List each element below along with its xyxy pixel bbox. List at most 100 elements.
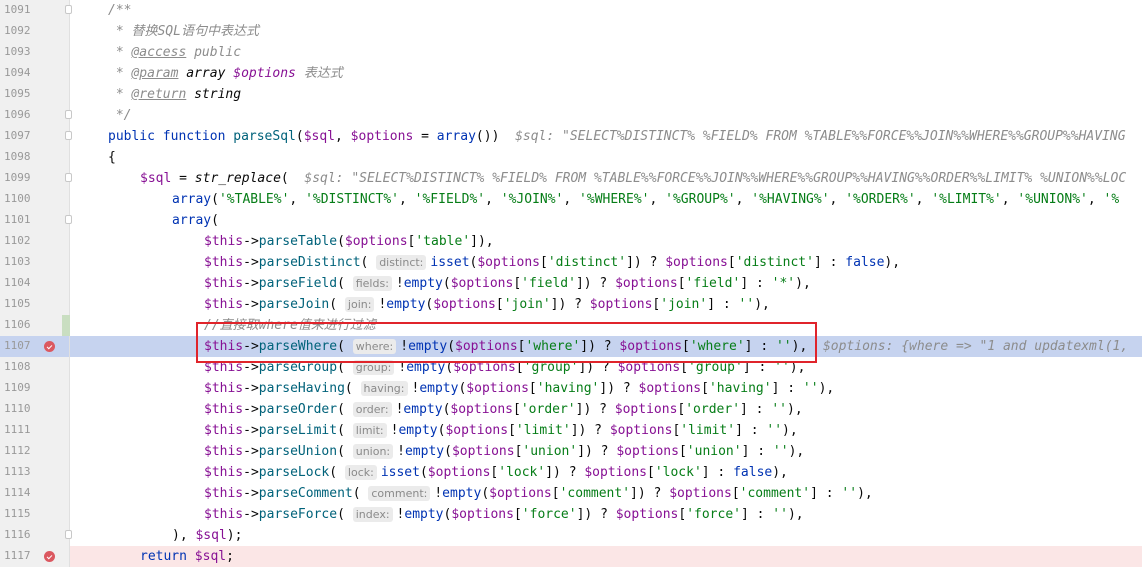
- literal: false: [733, 465, 773, 480]
- function-name: parseSql: [233, 129, 296, 144]
- gutter[interactable]: 1100: [0, 189, 70, 210]
- operator: !: [395, 276, 404, 291]
- inline-debug-value: $sql: "SELECT%DISTINCT% %FIELD% FROM %TA…: [304, 171, 1127, 186]
- code-line-1115[interactable]: 1115 $this->parseForce( index: !empty($op…: [0, 504, 1142, 525]
- this-var: $this: [204, 444, 244, 459]
- string: '%: [1103, 192, 1120, 207]
- gutter[interactable]: 1096: [0, 105, 72, 126]
- line-number: 1096: [4, 108, 31, 121]
- gutter[interactable]: 1104: [0, 273, 70, 294]
- gutter[interactable]: 1095: [0, 84, 70, 105]
- fold-marker-icon[interactable]: [65, 110, 72, 119]
- method-call: parseHaving: [258, 381, 345, 396]
- gutter[interactable]: 1107: [0, 336, 70, 357]
- param-hint: join:: [344, 297, 375, 312]
- code-line-1101[interactable]: 1101 array(: [0, 210, 1142, 231]
- gutter[interactable]: 1117: [0, 546, 70, 567]
- gutter[interactable]: 1115: [0, 504, 70, 525]
- code-line-1109[interactable]: 1109 $this->parseHaving( having: !empty($…: [0, 378, 1142, 399]
- code-line-1114[interactable]: 1114 $this->parseComment( comment: !empty…: [0, 483, 1142, 504]
- highlight-box: [196, 322, 817, 363]
- gutter[interactable]: 1101: [0, 210, 72, 231]
- line-number: 1101: [4, 213, 31, 226]
- fold-marker-icon[interactable]: [65, 131, 72, 140]
- fold-marker-icon[interactable]: [65, 173, 72, 182]
- string: 'force': [686, 507, 741, 522]
- line-number: 1114: [4, 486, 31, 499]
- builtin-call: empty: [404, 507, 444, 522]
- code-line-1092[interactable]: 1092 * 替换SQL语句中表达式: [0, 21, 1142, 42]
- code-line-1091[interactable]: 1091 /**: [0, 0, 1142, 21]
- code-line-1094[interactable]: 1094 * @param array $options 表达式: [0, 63, 1142, 84]
- param: $options: [350, 129, 414, 144]
- code-line-1096[interactable]: 1096 */: [0, 105, 1142, 126]
- string: 'lock': [654, 465, 702, 480]
- code-line-1117[interactable]: 1117 return $sql;: [0, 546, 1142, 567]
- fold-marker-icon[interactable]: [65, 530, 72, 539]
- string: '%HAVING%': [751, 192, 830, 207]
- code-editor[interactable]: 1091 /** 1092 * 替换SQL语句中表达式 1093 * @acce…: [0, 0, 1142, 573]
- param-hint: having:: [360, 381, 408, 396]
- param-hint: lock:: [344, 465, 377, 480]
- brace: {: [108, 150, 116, 165]
- keyword: return: [140, 549, 187, 564]
- gutter[interactable]: 1092: [0, 21, 70, 42]
- breakpoint-icon[interactable]: [44, 551, 55, 562]
- code-line-1112[interactable]: 1112 $this->parseUnion( union: !empty($op…: [0, 441, 1142, 462]
- gutter[interactable]: 1099: [0, 168, 72, 189]
- code-line-1105[interactable]: 1105 $this->parseJoin( join: !empty($opti…: [0, 294, 1142, 315]
- code-line-1102[interactable]: 1102 $this->parseTable($options['table']…: [0, 231, 1142, 252]
- line-number: 1099: [4, 171, 31, 184]
- string: 'limit': [515, 423, 571, 438]
- method-call: parseComment: [258, 486, 353, 501]
- code-line-1099[interactable]: 1099 $sql = str_replace( $sql: "SELECT%D…: [0, 168, 1142, 189]
- code-line-1095[interactable]: 1095 * @return string: [0, 84, 1142, 105]
- gutter[interactable]: 1109: [0, 378, 70, 399]
- gutter[interactable]: 1097: [0, 126, 72, 147]
- code-line-1116[interactable]: 1116 ), $sql);: [0, 525, 1142, 546]
- gutter[interactable]: 1091: [0, 0, 72, 21]
- this-var: $this: [204, 381, 244, 396]
- line-number: 1098: [4, 150, 31, 163]
- code-line-1111[interactable]: 1111 $this->parseLimit( limit: !empty($op…: [0, 420, 1142, 441]
- code-line-1097[interactable]: 1097 public function parseSql($sql, $opt…: [0, 126, 1142, 147]
- gutter[interactable]: 1108: [0, 357, 70, 378]
- param-hint: union:: [352, 444, 394, 459]
- gutter[interactable]: 1094: [0, 63, 70, 84]
- gutter[interactable]: 1113: [0, 462, 70, 483]
- gutter[interactable]: 1103: [0, 252, 70, 273]
- string: '%DISTINCT%': [305, 192, 399, 207]
- string: '': [802, 381, 819, 396]
- punct: ),: [172, 528, 196, 543]
- line-number: 1110: [4, 402, 31, 415]
- param: $sql: [303, 129, 336, 144]
- code-line-1113[interactable]: 1113 $this->parseLock( lock: isset($optio…: [0, 462, 1142, 483]
- gutter[interactable]: 1110: [0, 399, 70, 420]
- gutter[interactable]: 1116: [0, 525, 72, 546]
- fold-marker-icon[interactable]: [65, 5, 72, 14]
- code-line-1110[interactable]: 1110 $this->parseOrder( order: !empty($op…: [0, 399, 1142, 420]
- method-call: parseUnion: [258, 444, 338, 459]
- fold-marker-icon[interactable]: [65, 215, 72, 224]
- gutter[interactable]: 1102: [0, 231, 70, 252]
- vcs-change-marker[interactable]: [62, 315, 70, 336]
- breakpoint-icon[interactable]: [44, 341, 55, 352]
- code-line-1103[interactable]: 1103 $this->parseDistinct( distinct: isse…: [0, 252, 1142, 273]
- code-line-1098[interactable]: 1098 {: [0, 147, 1142, 168]
- keyword: function: [162, 129, 226, 144]
- gutter[interactable]: 1112: [0, 441, 70, 462]
- builtin-call: empty: [404, 444, 445, 459]
- gutter[interactable]: 1098: [0, 147, 70, 168]
- code-line-1093[interactable]: 1093 * @access public: [0, 42, 1142, 63]
- line-number: 1094: [4, 66, 31, 79]
- variable: $sql: [140, 171, 172, 186]
- string: '*': [771, 276, 796, 291]
- gutter[interactable]: 1114: [0, 483, 70, 504]
- options-var: $options: [427, 465, 491, 480]
- code-line-1100[interactable]: 1100 array('%TABLE%', '%DISTINCT%', '%FI…: [0, 189, 1142, 210]
- code-line-1104[interactable]: 1104 $this->parseField( fields: !empty($o…: [0, 273, 1142, 294]
- gutter[interactable]: 1093: [0, 42, 70, 63]
- gutter[interactable]: 1111: [0, 420, 70, 441]
- gutter[interactable]: 1106: [0, 315, 70, 336]
- gutter[interactable]: 1105: [0, 294, 70, 315]
